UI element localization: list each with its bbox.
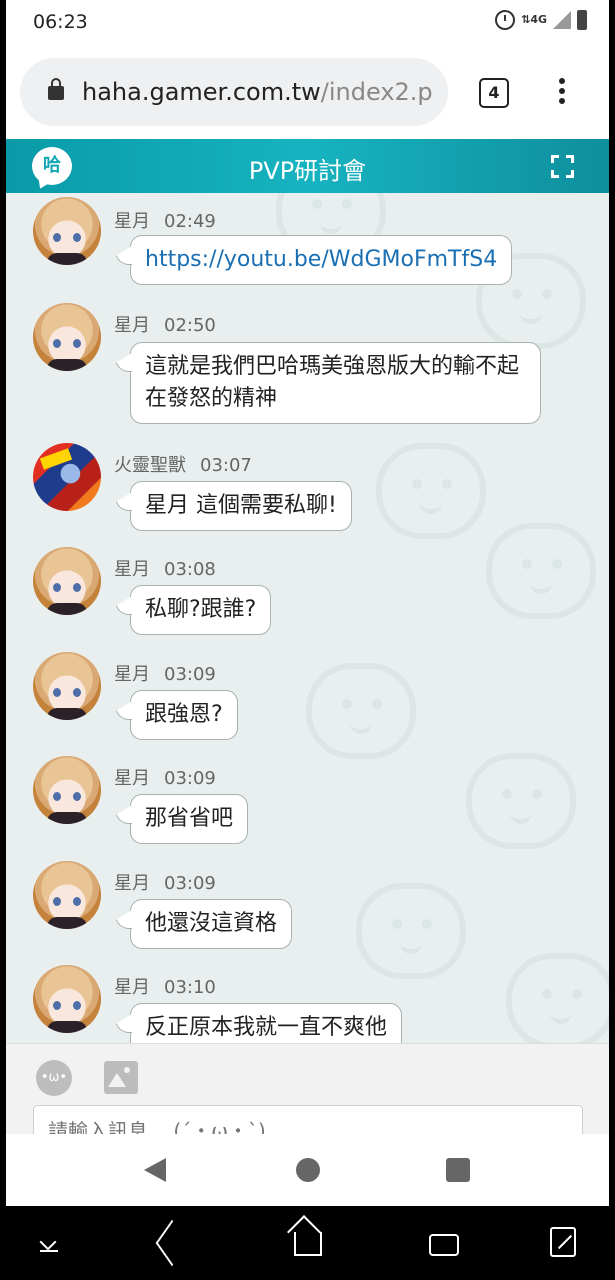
message-bubble: 這就是我們巴哈瑪美強恩版大的輸不起在發怒的精神 [130, 342, 541, 424]
background-pattern [306, 663, 416, 759]
background-pattern [466, 753, 576, 849]
avatar[interactable] [33, 652, 101, 720]
back-icon[interactable] [144, 1158, 166, 1182]
message-bubble: https://youtu.be/WdGMoFmTfS4 [130, 235, 513, 285]
message-bubble: 跟強恩? [130, 690, 238, 740]
system-recent-icon[interactable] [429, 1234, 459, 1256]
message-time: 02:49 [164, 211, 216, 232]
status-icons: ⇅4G [495, 10, 587, 30]
message-bubble: 反正原本我就一直不爽他 [130, 1003, 403, 1043]
data-arrows-icon: ⇅4G [521, 13, 547, 26]
system-navigation-bar [0, 1206, 615, 1280]
avatar[interactable] [33, 443, 101, 511]
alarm-icon [495, 10, 516, 30]
avatar[interactable] [33, 547, 101, 615]
url-host: haha.gamer.com.tw [82, 78, 321, 106]
recent-apps-icon[interactable] [446, 1158, 470, 1182]
system-home-icon[interactable] [294, 1232, 322, 1256]
message-meta: 星月 03:09 [114, 764, 216, 790]
background-pattern [356, 883, 466, 979]
avatar[interactable] [33, 303, 101, 371]
message-time: 03:09 [164, 873, 216, 894]
background-pattern [486, 523, 596, 619]
chat-message-list[interactable]: 星月 02:49 https://youtu.be/WdGMoFmTfS4 星月 0… [6, 193, 609, 1043]
background-pattern [506, 953, 609, 1043]
background-pattern [376, 443, 486, 539]
menu-icon[interactable] [554, 78, 570, 108]
message-meta: 星月 03:09 [114, 660, 216, 686]
status-bar: 06:23 ⇅4G [6, 0, 609, 46]
message-time: 03:07 [200, 455, 252, 476]
message-input[interactable] [33, 1105, 583, 1134]
sender-name: 星月 [114, 977, 150, 998]
hide-navbar-icon[interactable] [38, 1230, 60, 1252]
message-meta: 星月 02:49 [114, 207, 216, 233]
url-text[interactable]: haha.gamer.com.tw/index2.p [82, 78, 442, 106]
avatar[interactable] [33, 197, 101, 265]
message-bubble: 他還沒這資格 [130, 899, 293, 949]
sender-name: 星月 [114, 315, 150, 336]
phone-screen: 06:23 ⇅4G haha.gamer.com.tw/index2.p 4 哈… [6, 0, 609, 1206]
message-time: 03:09 [164, 664, 216, 685]
sender-name: 星月 [114, 664, 150, 685]
image-icon[interactable] [104, 1061, 138, 1094]
avatar[interactable] [33, 965, 101, 1033]
message-meta: 星月 03:09 [114, 869, 216, 895]
fullscreen-icon[interactable] [551, 155, 574, 178]
chat-header: 哈 PVP研討會 [6, 139, 609, 193]
message-composer: •ω• [6, 1043, 609, 1134]
sender-name: 火靈聖獸 [114, 455, 186, 476]
browser-toolbar: haha.gamer.com.tw/index2.p 4 [6, 46, 609, 138]
message-time: 03:10 [164, 977, 216, 998]
system-back-icon[interactable] [155, 1219, 189, 1267]
message-meta: 星月 03:08 [114, 555, 216, 581]
lock-icon [48, 78, 64, 100]
sender-name: 星月 [114, 559, 150, 580]
home-icon[interactable] [296, 1158, 320, 1182]
battery-icon [577, 10, 587, 30]
rotate-screen-icon[interactable] [550, 1227, 576, 1257]
message-link[interactable]: https://youtu.be/WdGMoFmTfS4 [145, 247, 497, 272]
network-label: 4G [530, 13, 547, 26]
avatar[interactable] [33, 861, 101, 929]
chat-title: PVP研討會 [248, 157, 367, 185]
emoji-icon[interactable]: •ω• [36, 1060, 72, 1096]
message-meta: 火靈聖獸 03:07 [114, 451, 252, 477]
browser-bottom-nav [6, 1134, 609, 1206]
url-bar[interactable]: haha.gamer.com.tw/index2.p [20, 58, 448, 126]
status-time: 06:23 [33, 11, 88, 33]
message-time: 03:08 [164, 559, 216, 580]
message-bubble: 那省省吧 [130, 794, 249, 844]
message-bubble: 星月 這個需要私聊! [130, 481, 352, 531]
message-meta: 星月 02:50 [114, 311, 216, 337]
avatar[interactable] [33, 756, 101, 824]
sender-name: 星月 [114, 768, 150, 789]
message-time: 03:09 [164, 768, 216, 789]
message-bubble: 私聊?跟誰? [130, 585, 272, 635]
sender-name: 星月 [114, 873, 150, 894]
url-path: /index2.p [320, 78, 433, 106]
message-time: 02:50 [164, 315, 216, 336]
message-meta: 星月 03:10 [114, 973, 216, 999]
sender-name: 星月 [114, 211, 150, 232]
tab-switcher-button[interactable]: 4 [479, 78, 509, 108]
signal-icon [553, 11, 571, 29]
